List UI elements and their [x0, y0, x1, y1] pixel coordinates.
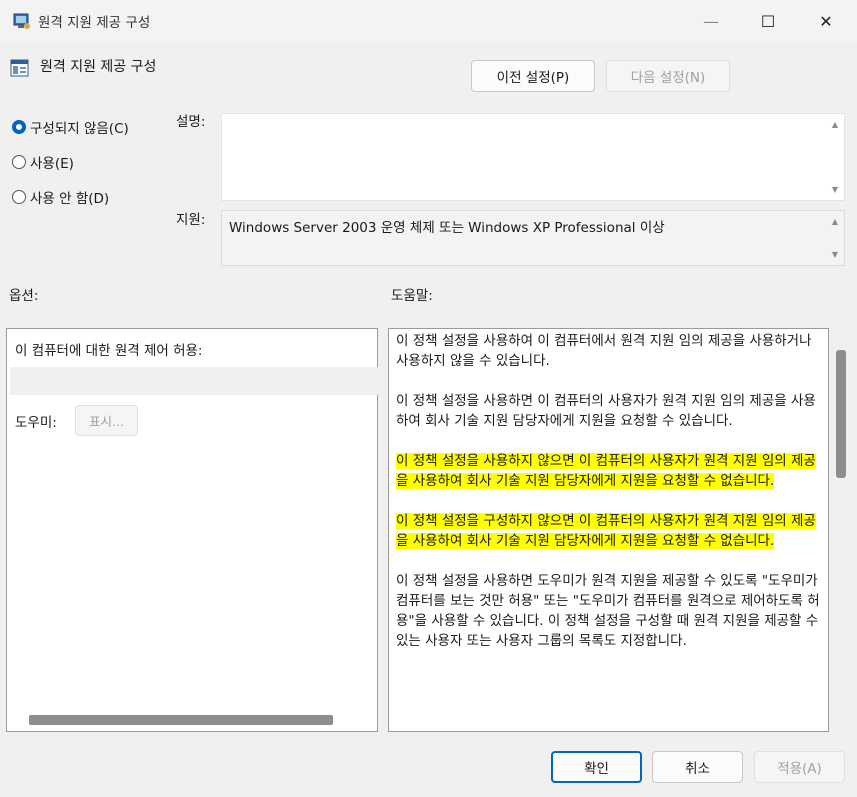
highlight-text: 이 정책 설정을 사용하지 않으면 이 컴퓨터의 사용자가 원격 지원 임의 제…	[396, 453, 816, 489]
minimize-icon: —	[703, 11, 719, 31]
window-title: 원격 지원 제공 구성	[38, 15, 151, 31]
scroll-up-icon[interactable]: ▲	[832, 120, 838, 129]
next-setting-button[interactable]: 다음 설정(N)	[606, 60, 730, 92]
help-panel: 이 정책 설정을 사용하여 이 컴퓨터에서 원격 지원 임의 제공을 사용하거나…	[388, 328, 829, 732]
help-paragraph: 이 정책 설정을 사용하여 이 컴퓨터에서 원격 지원 임의 제공을 사용하거나…	[396, 333, 812, 369]
radio-icon[interactable]	[12, 155, 26, 169]
help-paragraph-highlighted: 이 정책 설정을 사용하지 않으면 이 컴퓨터의 사용자가 원격 지원 임의 제…	[396, 451, 822, 491]
options-panel: 이 컴퓨터에 대한 원격 제어 허용: 도우미: 표시...	[6, 328, 378, 732]
policy-setting-icon	[10, 59, 29, 77]
highlight-text: 이 정책 설정을 구성하지 않으면 이 컴퓨터의 사용자가 원격 지원 임의 제…	[396, 513, 816, 549]
option-label: 사용 안 함(D)	[30, 191, 110, 207]
supported-field: Windows Server 2003 운영 체제 또는 Windows XP …	[221, 210, 845, 266]
close-icon: ✕	[819, 11, 833, 31]
scroll-down-icon[interactable]: ▼	[832, 250, 838, 259]
comment-label: 설명:	[176, 114, 206, 130]
remote-control-dropdown[interactable]	[10, 367, 378, 395]
show-helpers-button[interactable]: 표시...	[75, 405, 138, 436]
supported-value: Windows Server 2003 운영 체제 또는 Windows XP …	[229, 220, 665, 236]
scroll-up-icon[interactable]: ▲	[832, 217, 838, 226]
help-paragraph: 이 정책 설정을 사용하면 이 컴퓨터의 사용자가 원격 지원 임의 제공을 사…	[396, 393, 816, 429]
option-disabled[interactable]: 사용 안 함(D)	[12, 187, 109, 207]
help-paragraph: 이 정책 설정을 사용하면 도우미가 원격 지원을 제공할 수 있도록 "도우미…	[396, 573, 820, 649]
allow-remote-control-label: 이 컴퓨터에 대한 원격 제어 허용:	[15, 343, 203, 359]
option-label: 사용(E)	[30, 156, 74, 172]
option-enabled[interactable]: 사용(E)	[12, 152, 74, 172]
option-not-configured[interactable]: 구성되지 않음(C)	[12, 117, 129, 137]
previous-setting-button[interactable]: 이전 설정(P)	[471, 60, 595, 92]
helpers-label: 도우미:	[15, 415, 57, 431]
cancel-button[interactable]: 취소	[652, 751, 743, 783]
supported-label: 지원:	[176, 212, 206, 228]
horizontal-scrollbar[interactable]	[29, 715, 333, 725]
help-text: 이 정책 설정을 사용하여 이 컴퓨터에서 원격 지원 임의 제공을 사용하거나…	[396, 331, 822, 671]
help-paragraph-highlighted: 이 정책 설정을 구성하지 않으면 이 컴퓨터의 사용자가 원격 지원 임의 제…	[396, 511, 822, 551]
ok-button[interactable]: 확인	[551, 751, 642, 783]
help-scrollbar-thumb[interactable]	[836, 350, 846, 478]
close-button[interactable]: ✕	[801, 0, 851, 42]
maximize-button[interactable]: ☐	[743, 0, 793, 42]
radio-selected-icon[interactable]	[12, 120, 26, 134]
maximize-icon: ☐	[760, 11, 776, 31]
options-label: 옵션:	[9, 288, 39, 304]
policy-app-icon	[13, 13, 30, 29]
apply-button[interactable]: 적용(A)	[754, 751, 845, 783]
option-label: 구성되지 않음(C)	[30, 121, 129, 137]
help-label: 도움말:	[391, 288, 433, 304]
policy-title: 원격 지원 제공 구성	[40, 59, 157, 75]
scroll-down-icon[interactable]: ▼	[832, 185, 838, 194]
minimize-button[interactable]: —	[686, 0, 736, 42]
radio-icon[interactable]	[12, 190, 26, 204]
comment-textarea[interactable]: ▲ ▼	[221, 113, 845, 201]
